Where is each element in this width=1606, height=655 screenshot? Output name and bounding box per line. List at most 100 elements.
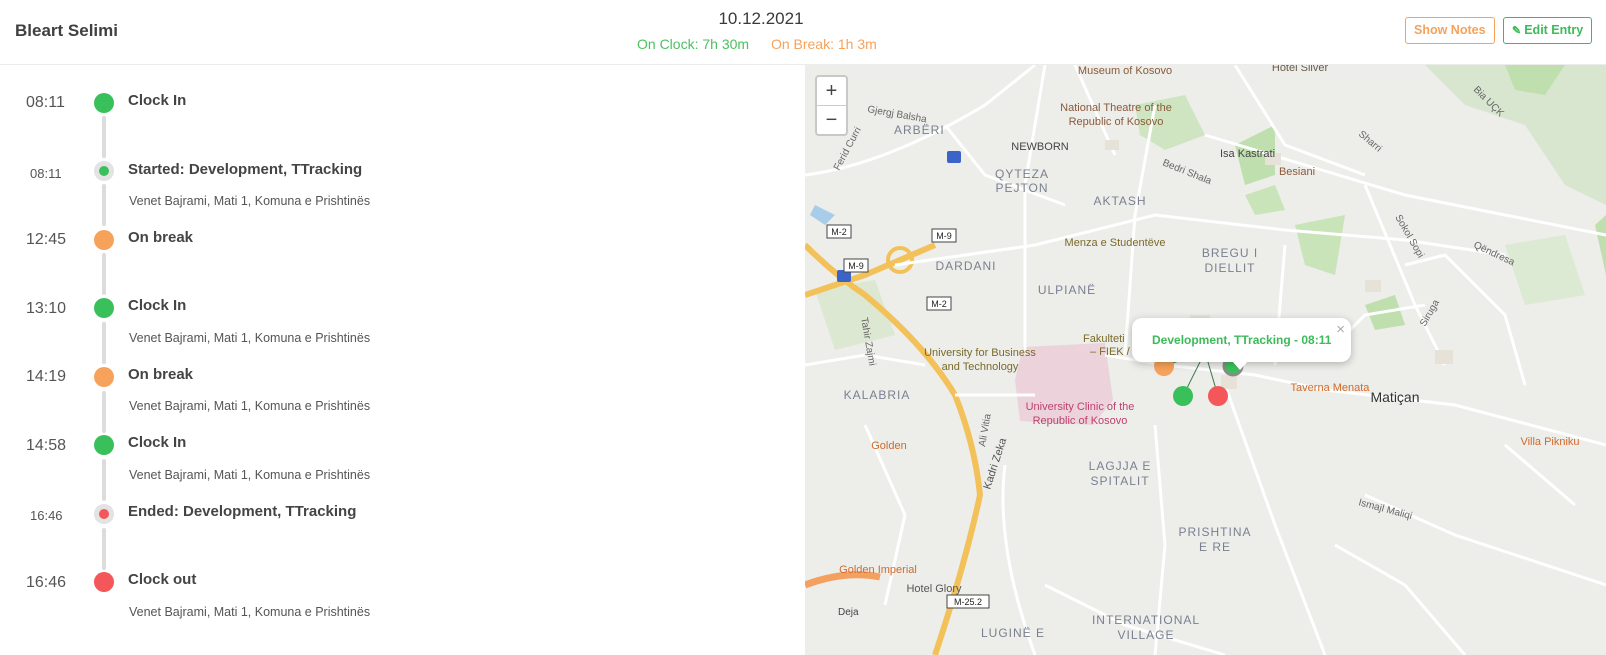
- map-district-label: ARBËRI: [894, 123, 945, 137]
- timeline-connector: [102, 116, 106, 158]
- map-poi-label: Fakulteti: [1083, 333, 1125, 345]
- timeline-address: Venet Bajrami, Mati 1, Komuna e Prishtin…: [129, 399, 371, 413]
- timeline-address: Venet Bajrami, Mati 1, Komuna e Prishtin…: [129, 194, 371, 208]
- map-poi-label: Museum of Kosovo: [1078, 65, 1172, 77]
- clock-in-location-marker[interactable]: [1173, 386, 1193, 406]
- road-shield-m9b: M-9: [843, 258, 869, 273]
- task-start-marker: [94, 161, 114, 181]
- timeline-connector: [102, 459, 106, 501]
- time-summary: On Clock: 7h 30m On Break: 1h 3m: [637, 36, 877, 52]
- map-poi-label: Taverna Menata: [1291, 382, 1371, 394]
- clock-out-location-marker[interactable]: [1208, 386, 1228, 406]
- timeline-connector: [102, 391, 106, 433]
- clock-in-marker: [94, 93, 114, 113]
- park-area: [1595, 215, 1606, 275]
- timeline-time: 12:45: [26, 231, 67, 248]
- map-poi-label: Besiani: [1279, 166, 1315, 178]
- road-shield-m2b: M-2: [926, 296, 952, 311]
- location-map[interactable]: M-2 M-9 M-9 M-2 M-25.2 Museum of Kosovo …: [805, 65, 1606, 655]
- map-poi-label: and Technology: [942, 361, 1019, 373]
- map-district-label: E RE: [1199, 540, 1231, 554]
- entry-date: 10.12.2021: [718, 9, 804, 28]
- map-district-label: SPITALIT: [1090, 474, 1149, 488]
- map-street-label: Sokol Sopi: [1392, 213, 1425, 260]
- map-poi-label: NEWBORN: [1011, 141, 1069, 153]
- map-district-label: QYTEZA: [995, 167, 1049, 181]
- timeline-time: 14:19: [26, 368, 67, 385]
- map-district-label: BREGU I: [1202, 246, 1258, 260]
- map-poi-label: Golden Imperial: [839, 564, 917, 576]
- map-district-label: DIELLIT: [1204, 261, 1255, 275]
- road-shield-m9a: M-9: [931, 228, 957, 243]
- popup-text: Development, TTracking - 08:11: [1152, 333, 1332, 347]
- road-shield-label: M-2: [831, 227, 847, 237]
- timeline-address: Venet Bajrami, Mati 1, Komuna e Prishtin…: [129, 468, 371, 482]
- popup-tip: [1232, 361, 1248, 370]
- edit-entry-button[interactable]: ✎ Edit Entry: [1503, 17, 1593, 44]
- map-district-label: VILLAGE: [1117, 628, 1174, 642]
- map-district-label: KALABRIA: [844, 388, 911, 402]
- timeline-time: 08:11: [30, 166, 62, 181]
- road-shield-m2a: M-2: [826, 224, 852, 239]
- zoom-out-button[interactable]: −: [817, 106, 846, 135]
- park-area: [1295, 215, 1345, 275]
- zoom-in-button[interactable]: +: [817, 77, 846, 106]
- on-break-total: On Break: 1h 3m: [770, 36, 877, 52]
- map-place-label: Matiçan: [1370, 389, 1419, 405]
- map-district-label: DARDANI: [935, 259, 996, 273]
- map-district-label: AKTASH: [1093, 194, 1146, 208]
- map-district-label: ULPIANË: [1038, 283, 1096, 297]
- timeline-address: Venet Bajrami, Mati 1, Komuna e Prishtin…: [129, 331, 371, 345]
- timeline-title: On break: [128, 229, 194, 246]
- timeline-title: Clock In: [128, 434, 187, 451]
- map-district-label: LUGINË E: [981, 626, 1045, 640]
- timeline-connector: [102, 528, 106, 570]
- map-poi-label: Republic of Kosovo: [1033, 415, 1128, 427]
- map-poi-label: University Clinic of the: [1026, 401, 1135, 413]
- timeline-title: Clock In: [128, 297, 187, 314]
- timeline-time: 13:10: [26, 300, 67, 317]
- map-street-label: Ali Vitia: [977, 413, 994, 448]
- timeline-title: Ended: Development, TTracking: [128, 503, 357, 520]
- on-clock-total: On Clock: 7h 30m: [637, 36, 750, 52]
- map-street-label: Ismajl Maliqi: [1357, 497, 1413, 522]
- map-poi-label: Deja: [838, 607, 859, 618]
- road-shield-m252: M-25.2: [946, 594, 990, 609]
- timeline-connector: [102, 322, 106, 364]
- map-district-label: INTERNATIONAL: [1092, 613, 1200, 627]
- task-end-marker: [94, 504, 114, 524]
- map-poi-label: National Theatre of the: [1060, 102, 1172, 114]
- map-district-label: LAGJJA E: [1089, 459, 1152, 473]
- map-poi-label: Republic of Kosovo: [1069, 116, 1164, 128]
- clock-out-marker: [94, 572, 114, 592]
- popup-close-button[interactable]: ×: [1336, 321, 1345, 338]
- timeline-title: Clock In: [128, 92, 187, 109]
- road-shield-label: M-25.2: [954, 597, 982, 607]
- marker-popup: Development, TTracking - 08:11 ×: [1132, 318, 1351, 370]
- map-poi-label: Hotel Glory: [906, 583, 962, 595]
- map-street-label: Sharri: [1356, 129, 1384, 155]
- timeline-address: Venet Bajrami, Mati 1, Komuna e Prishtin…: [129, 605, 371, 619]
- zoom-control: + −: [815, 75, 848, 136]
- map-poi-label: Menza e Studentëve: [1065, 237, 1166, 249]
- break-marker: [94, 230, 114, 250]
- road-shield-label: M-9: [848, 261, 864, 271]
- highway-road: [805, 571, 881, 589]
- map-poi-label: Hotel Silver: [1272, 65, 1329, 74]
- map-street-label: Isa Kastrati: [1220, 148, 1275, 160]
- clock-in-marker: [94, 298, 114, 318]
- road-shield-label: M-2: [931, 299, 947, 309]
- page-header: Bleart Selimi 10.12.2021 On Clock: 7h 30…: [0, 0, 1606, 65]
- show-notes-button[interactable]: Show Notes: [1405, 17, 1495, 44]
- map-district-label: PRISHTINA: [1178, 525, 1251, 539]
- timeline-time: 16:46: [26, 574, 67, 591]
- water-area: [810, 205, 835, 225]
- timeline-title: On break: [128, 366, 194, 383]
- bus-stop-icon: [947, 151, 961, 163]
- map-poi-label: Villa Pikniku: [1520, 436, 1579, 448]
- map-street-label: Siruga: [1418, 298, 1442, 329]
- timeline-time: 08:11: [26, 94, 65, 111]
- timeline-time: 16:46: [30, 508, 63, 523]
- timeline-panel: 08:11 Clock In 08:11 Started: Developmen…: [0, 65, 804, 655]
- map-district-label: PEJTON: [995, 181, 1048, 195]
